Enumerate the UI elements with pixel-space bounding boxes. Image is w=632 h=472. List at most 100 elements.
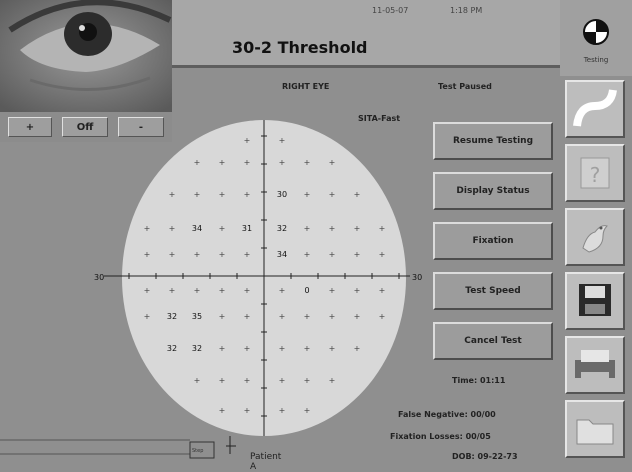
threshold-value: 32 xyxy=(167,344,177,353)
test-point-marker: + xyxy=(219,406,226,415)
printer-icon xyxy=(575,350,615,380)
test-point-marker: + xyxy=(219,376,226,385)
test-point-marker: + xyxy=(194,158,201,167)
test-point-marker: + xyxy=(244,158,251,167)
test-point-marker: + xyxy=(169,286,176,295)
test-point-marker: + xyxy=(144,224,151,233)
toolbar-bird-button[interactable] xyxy=(565,208,625,266)
test-point-marker: + xyxy=(244,250,251,259)
test-point-marker: + xyxy=(219,286,226,295)
toolbar-graph-button[interactable] xyxy=(565,80,625,138)
test-point-marker: + xyxy=(329,312,336,321)
test-point-marker: + xyxy=(329,190,336,199)
eye-image xyxy=(0,0,172,112)
fixation-button[interactable]: Fixation xyxy=(433,222,553,260)
test-point-marker: + xyxy=(279,286,286,295)
strip-label: Step xyxy=(192,448,204,454)
test-point-marker: + xyxy=(244,286,251,295)
test-point-marker: + xyxy=(169,224,176,233)
test-point-marker: + xyxy=(219,344,226,353)
test-point-marker: + xyxy=(279,136,286,145)
test-point-marker: + xyxy=(219,224,226,233)
patient-strip-lines xyxy=(0,436,236,459)
folder-icon xyxy=(576,419,614,445)
display-status-button[interactable]: Display Status xyxy=(433,172,553,210)
test-point-marker: + xyxy=(244,136,251,145)
test-point-marker: + xyxy=(244,376,251,385)
test-point-marker: + xyxy=(279,158,286,167)
test-point-marker: + xyxy=(379,224,386,233)
test-point-marker: + xyxy=(304,158,311,167)
toolbar-help-button[interactable]: ? xyxy=(565,144,625,202)
test-point-marker: + xyxy=(379,250,386,259)
header-bar: 30-2 Threshold 11-05-07 1:18 PM xyxy=(172,0,560,68)
axis-label-right: 30 xyxy=(412,273,422,282)
axis-label-left: 30 xyxy=(94,273,104,282)
test-point-marker: + xyxy=(144,286,151,295)
test-point-marker: + xyxy=(329,224,336,233)
test-point-marker: + xyxy=(194,376,201,385)
test-point-marker: + xyxy=(244,406,251,415)
test-point-marker: + xyxy=(219,312,226,321)
test-point-marker: + xyxy=(329,376,336,385)
test-point-marker: + xyxy=(304,190,311,199)
resume-testing-button[interactable]: Resume Testing xyxy=(433,122,553,160)
test-point-marker: + xyxy=(144,250,151,259)
test-point-marker: + xyxy=(279,312,286,321)
test-point-marker: + xyxy=(354,190,361,199)
threshold-value: 32 xyxy=(167,312,177,321)
test-point-marker: + xyxy=(354,224,361,233)
visual-field-chart[interactable]: + + + + + + + + + + + + + + + + + + + + + + + + + + + + + + + + + + + + + + + +… xyxy=(92,118,432,438)
test-point-marker: + xyxy=(304,312,311,321)
test-point-marker: + xyxy=(144,312,151,321)
test-state-label: Test Paused xyxy=(438,82,492,91)
threshold-value: 32 xyxy=(277,224,287,233)
test-point-marker: + xyxy=(304,376,311,385)
test-point-marker: + xyxy=(194,190,201,199)
test-point-marker: + xyxy=(379,312,386,321)
dob-stat: DOB: 09-22-73 xyxy=(452,452,518,461)
svg-text:?: ? xyxy=(590,163,601,187)
test-point-marker: + xyxy=(279,406,286,415)
test-speed-button[interactable]: Test Speed xyxy=(433,272,553,310)
status-target-icon xyxy=(583,19,609,45)
test-point-marker: + xyxy=(244,190,251,199)
elapsed-time: Time: 01:11 xyxy=(452,376,506,385)
test-point-marker: + xyxy=(194,286,201,295)
test-point-marker: + xyxy=(304,224,311,233)
test-point-marker: + xyxy=(329,286,336,295)
page-title: 30-2 Threshold xyxy=(232,38,368,57)
toolbar-folder-button[interactable] xyxy=(565,400,625,458)
eye-camera-view xyxy=(0,0,172,112)
floppy-disk-icon xyxy=(579,284,611,316)
test-point-marker: + xyxy=(244,344,251,353)
help-question-icon: ? xyxy=(580,157,610,189)
test-point-marker: + xyxy=(379,286,386,295)
test-point-marker: + xyxy=(169,190,176,199)
eye-label: RIGHT EYE xyxy=(282,82,330,91)
header-date: 11-05-07 xyxy=(372,6,409,15)
threshold-value: 34 xyxy=(277,250,287,259)
test-point-marker: + xyxy=(219,158,226,167)
header-time: 1:18 PM xyxy=(450,6,483,15)
test-point-marker: + xyxy=(329,158,336,167)
test-point-marker: + xyxy=(329,344,336,353)
testing-status-indicator: Testing xyxy=(560,0,632,76)
test-point-marker: + xyxy=(244,312,251,321)
test-point-marker: + xyxy=(219,250,226,259)
threshold-value: 34 xyxy=(192,224,202,233)
test-point-marker: + xyxy=(279,376,286,385)
threshold-value: 35 xyxy=(192,312,202,321)
test-point-marker: + xyxy=(354,286,361,295)
test-point-marker: + xyxy=(354,312,361,321)
toolbar-save-button[interactable] xyxy=(565,272,625,330)
test-point-marker: + xyxy=(194,250,201,259)
test-point-marker: + xyxy=(304,344,311,353)
cancel-test-button[interactable]: Cancel Test xyxy=(433,322,553,360)
test-point-marker: + xyxy=(279,344,286,353)
camera-zoom-in-button[interactable]: + xyxy=(8,117,52,137)
toolbar-print-button[interactable] xyxy=(565,336,625,394)
false-negative-stat: False Negative: 00/00 xyxy=(398,410,496,419)
fixation-losses-stat: Fixation Losses: 00/05 xyxy=(390,432,491,441)
status-label: Testing xyxy=(583,56,609,64)
